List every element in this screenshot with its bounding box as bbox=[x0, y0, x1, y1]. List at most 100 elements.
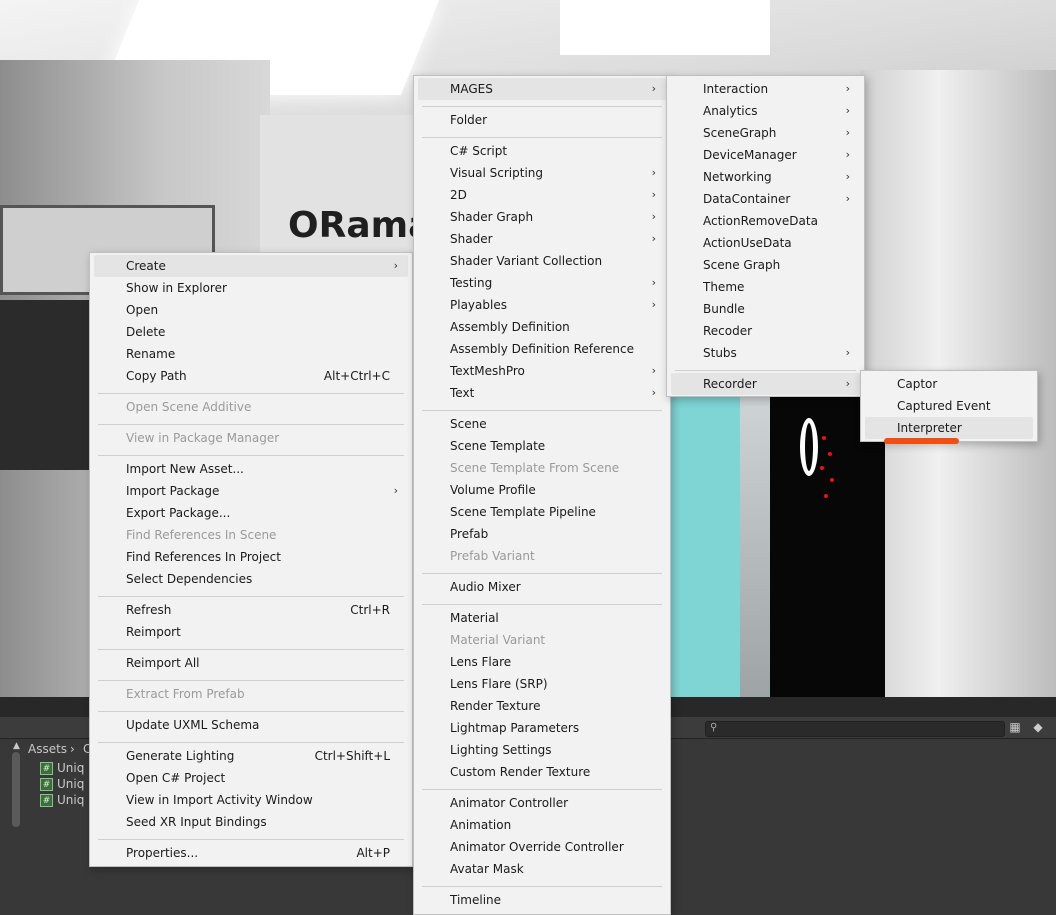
project-search-input[interactable]: ⚲ bbox=[705, 721, 1005, 737]
menu-item-playables[interactable]: Playables › bbox=[418, 294, 666, 316]
menu-item-export-package[interactable]: Export Package... bbox=[94, 502, 408, 524]
menu-item-custom-render-texture[interactable]: Custom Render Texture bbox=[418, 761, 666, 783]
menu-item-scene-template-pipeline[interactable]: Scene Template Pipeline bbox=[418, 501, 666, 523]
menu-item-seed-xr-input-bindings[interactable]: Seed XR Input Bindings bbox=[94, 811, 408, 833]
menu-item-open[interactable]: Open bbox=[94, 299, 408, 321]
breadcrumb-assets[interactable]: Assets bbox=[28, 742, 67, 756]
menu-item-view-in-package-manager: View in Package Manager bbox=[94, 427, 408, 449]
menu-item-analytics[interactable]: Analytics › bbox=[671, 100, 860, 122]
menu-item-devicemanager[interactable]: DeviceManager › bbox=[671, 144, 860, 166]
menu-item-label: Prefab bbox=[450, 527, 489, 541]
menu-item-render-texture[interactable]: Render Texture bbox=[418, 695, 666, 717]
menu-item-interaction[interactable]: Interaction › bbox=[671, 78, 860, 100]
menu-item-volume-profile[interactable]: Volume Profile bbox=[418, 479, 666, 501]
menu-separator bbox=[98, 839, 404, 840]
menu-item-scene-template[interactable]: Scene Template bbox=[418, 435, 666, 457]
menu-item-find-references-in-project[interactable]: Find References In Project bbox=[94, 546, 408, 568]
menu-item-label: Lightmap Parameters bbox=[450, 721, 580, 735]
menu-item-import-new-asset[interactable]: Import New Asset... bbox=[94, 458, 408, 480]
menu-item-lens-flare[interactable]: Lens Flare bbox=[418, 651, 666, 673]
file-item[interactable]: # Uniq bbox=[40, 761, 84, 777]
menu-item-bundle[interactable]: Bundle bbox=[671, 298, 860, 320]
menu-item-lens-flare-srp[interactable]: Lens Flare (SRP) bbox=[418, 673, 666, 695]
menu-item-label: Delete bbox=[126, 325, 166, 339]
menu-item-open-c-project[interactable]: Open C# Project bbox=[94, 767, 408, 789]
menu-item-label: Captor bbox=[897, 377, 938, 391]
file-item[interactable]: # Uniq bbox=[40, 793, 84, 809]
menu-item-label: Import Package bbox=[126, 484, 220, 498]
menu-item-avatar-mask[interactable]: Avatar Mask bbox=[418, 858, 666, 880]
menu-item-interpreter[interactable]: Interpreter bbox=[865, 417, 1033, 439]
menu-item-text[interactable]: Text › bbox=[418, 382, 666, 404]
file-item[interactable]: # Uniq bbox=[40, 777, 84, 793]
collapse-arrow-icon[interactable]: ▲ bbox=[13, 741, 20, 751]
menu-item-label: Lens Flare (SRP) bbox=[450, 677, 548, 691]
menu-item-captured-event[interactable]: Captured Event bbox=[865, 395, 1033, 417]
menu-item-actionremovedata[interactable]: ActionRemoveData bbox=[671, 210, 860, 232]
menu-item-textmeshpro[interactable]: TextMeshPro › bbox=[418, 360, 666, 382]
menu-item-animator-override-controller[interactable]: Animator Override Controller bbox=[418, 836, 666, 858]
menu-item-delete[interactable]: Delete bbox=[94, 321, 408, 343]
menu-item-datacontainer[interactable]: DataContainer › bbox=[671, 188, 860, 210]
menu-item-label: Extract From Prefab bbox=[126, 687, 245, 701]
menu-item-animation[interactable]: Animation bbox=[418, 814, 666, 836]
menu-item-mages[interactable]: MAGES › bbox=[418, 78, 666, 100]
chevron-right-icon: › bbox=[845, 192, 850, 205]
menu-item-rename[interactable]: Rename bbox=[94, 343, 408, 365]
menu-item-lightmap-parameters[interactable]: Lightmap Parameters bbox=[418, 717, 666, 739]
menu-item-stubs[interactable]: Stubs › bbox=[671, 342, 860, 364]
menu-item-update-uxml-schema[interactable]: Update UXML Schema bbox=[94, 714, 408, 736]
menu-item-label: Testing bbox=[450, 276, 493, 290]
panel-scrollbar[interactable] bbox=[12, 752, 20, 827]
menu-item-theme[interactable]: Theme bbox=[671, 276, 860, 298]
menu-item-timeline[interactable]: Timeline bbox=[418, 889, 666, 911]
menu-item-material[interactable]: Material bbox=[418, 607, 666, 629]
menu-item-assembly-definition[interactable]: Assembly Definition bbox=[418, 316, 666, 338]
menu-item-label: Scene Template From Scene bbox=[450, 461, 620, 475]
menu-item-folder[interactable]: Folder bbox=[418, 109, 666, 131]
menu-item-label: Refresh bbox=[126, 603, 172, 617]
menu-item-recorder[interactable]: Recorder › bbox=[671, 373, 860, 395]
menu-item-label: Render Texture bbox=[450, 699, 541, 713]
menu-item-assembly-definition-reference[interactable]: Assembly Definition Reference bbox=[418, 338, 666, 360]
menu-item-select-dependencies[interactable]: Select Dependencies bbox=[94, 568, 408, 590]
label-icon[interactable]: ◆ bbox=[1030, 720, 1046, 736]
menu-item-reimport-all[interactable]: Reimport All bbox=[94, 652, 408, 674]
chevron-right-icon: › bbox=[651, 276, 656, 289]
menu-item-visual-scripting[interactable]: Visual Scripting › bbox=[418, 162, 666, 184]
menu-item-audio-mixer[interactable]: Audio Mixer bbox=[418, 576, 666, 598]
menu-item-captor[interactable]: Captor bbox=[865, 373, 1033, 395]
menu-item-actionusedata[interactable]: ActionUseData bbox=[671, 232, 860, 254]
menu-item-generate-lighting[interactable]: Generate Lighting Ctrl+Shift+L bbox=[94, 745, 408, 767]
menu-item-testing[interactable]: Testing › bbox=[418, 272, 666, 294]
menu-item-label: Import New Asset... bbox=[126, 462, 244, 476]
menu-item-2d[interactable]: 2D › bbox=[418, 184, 666, 206]
menu-item-animator-controller[interactable]: Animator Controller bbox=[418, 792, 666, 814]
menu-item-reimport[interactable]: Reimport bbox=[94, 621, 408, 643]
menu-item-scene-graph[interactable]: Scene Graph bbox=[671, 254, 860, 276]
menu-separator bbox=[98, 596, 404, 597]
menu-item-show-in-explorer[interactable]: Show in Explorer bbox=[94, 277, 408, 299]
menu-item-shader-variant-collection[interactable]: Shader Variant Collection bbox=[418, 250, 666, 272]
menu-item-label: Find References In Scene bbox=[126, 528, 277, 542]
menu-item-properties[interactable]: Properties... Alt+P bbox=[94, 842, 408, 864]
menu-item-prefab[interactable]: Prefab bbox=[418, 523, 666, 545]
menu-item-shader-graph[interactable]: Shader Graph › bbox=[418, 206, 666, 228]
menu-separator bbox=[422, 789, 662, 790]
menu-item-view-in-import-activity-window[interactable]: View in Import Activity Window bbox=[94, 789, 408, 811]
menu-item-shader[interactable]: Shader › bbox=[418, 228, 666, 250]
menu-item-networking[interactable]: Networking › bbox=[671, 166, 860, 188]
menu-item-scenegraph[interactable]: SceneGraph › bbox=[671, 122, 860, 144]
menu-item-lighting-settings[interactable]: Lighting Settings bbox=[418, 739, 666, 761]
filter-icon[interactable]: ▦ bbox=[1007, 720, 1023, 736]
menu-item-c-script[interactable]: C# Script bbox=[418, 140, 666, 162]
menu-item-scene[interactable]: Scene bbox=[418, 413, 666, 435]
menu-item-label: Analytics bbox=[703, 104, 758, 118]
asset-context-menu: Create › Show in Explorer Open Delete Rename C… bbox=[89, 252, 413, 867]
menu-item-shortcut: Alt+P bbox=[356, 846, 390, 860]
menu-item-copy-path[interactable]: Copy Path Alt+Ctrl+C bbox=[94, 365, 408, 387]
menu-item-recoder[interactable]: Recoder bbox=[671, 320, 860, 342]
menu-item-create[interactable]: Create › bbox=[94, 255, 408, 277]
menu-item-import-package[interactable]: Import Package › bbox=[94, 480, 408, 502]
menu-item-refresh[interactable]: Refresh Ctrl+R bbox=[94, 599, 408, 621]
